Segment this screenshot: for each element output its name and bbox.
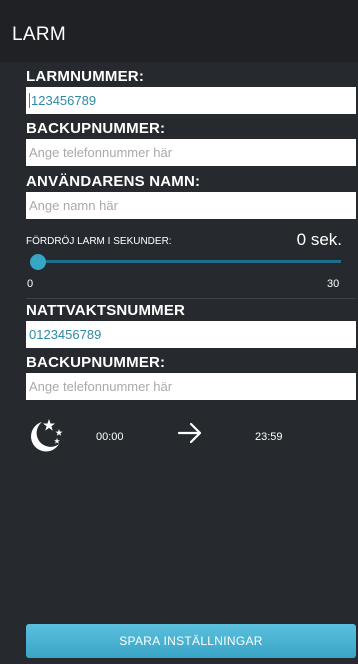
page-title: LARM (12, 24, 66, 45)
night-end-time[interactable]: 23:59 (255, 431, 283, 443)
slider-max-label: 30 (327, 278, 340, 290)
backup-number-placeholder: Ange telefonnummer här (29, 145, 173, 160)
backup-number-2-input[interactable]: Ange telefonnummer här (26, 373, 356, 400)
save-settings-button[interactable]: SPARA INSTÄLLNINGAR (26, 624, 356, 658)
alarm-number-value: 123456789 (31, 93, 97, 108)
backup-number-input[interactable]: Ange telefonnummer här (26, 139, 356, 166)
delay-label: FÖRDRÖJ LARM I SEKUNDER: (26, 236, 172, 247)
backup-number-2-placeholder: Ange telefonnummer här (29, 379, 173, 394)
alarm-number-label: LARMNUMMER: (26, 68, 145, 85)
moon-stars-icon[interactable] (24, 416, 64, 456)
night-guard-number-label: NATTVAKTSNUMMER (26, 302, 186, 319)
backup-number-label: BACKUPNUMMER: (26, 120, 166, 137)
backup-number-2-label: BACKUPNUMMER: (26, 354, 166, 371)
divider (26, 298, 356, 299)
alarm-number-input[interactable]: 123456789 (26, 87, 356, 114)
slider-min-label: 0 (27, 278, 34, 290)
delay-value: 0 sek. (296, 230, 342, 249)
user-name-placeholder: Ange namn här (29, 198, 118, 213)
night-guard-number-value: 0123456789 (29, 327, 102, 342)
delay-slider-track[interactable] (31, 260, 341, 263)
arrow-right-icon (177, 422, 202, 444)
night-start-time[interactable]: 00:00 (96, 431, 124, 443)
user-name-label: ANVÄNDARENS NAMN: (26, 173, 201, 190)
app-header: LARM (0, 0, 358, 62)
night-guard-number-input[interactable]: 0123456789 (26, 321, 356, 348)
delay-slider-thumb[interactable] (30, 254, 46, 270)
text-cursor (29, 93, 30, 108)
user-name-input[interactable]: Ange namn här (26, 192, 356, 219)
